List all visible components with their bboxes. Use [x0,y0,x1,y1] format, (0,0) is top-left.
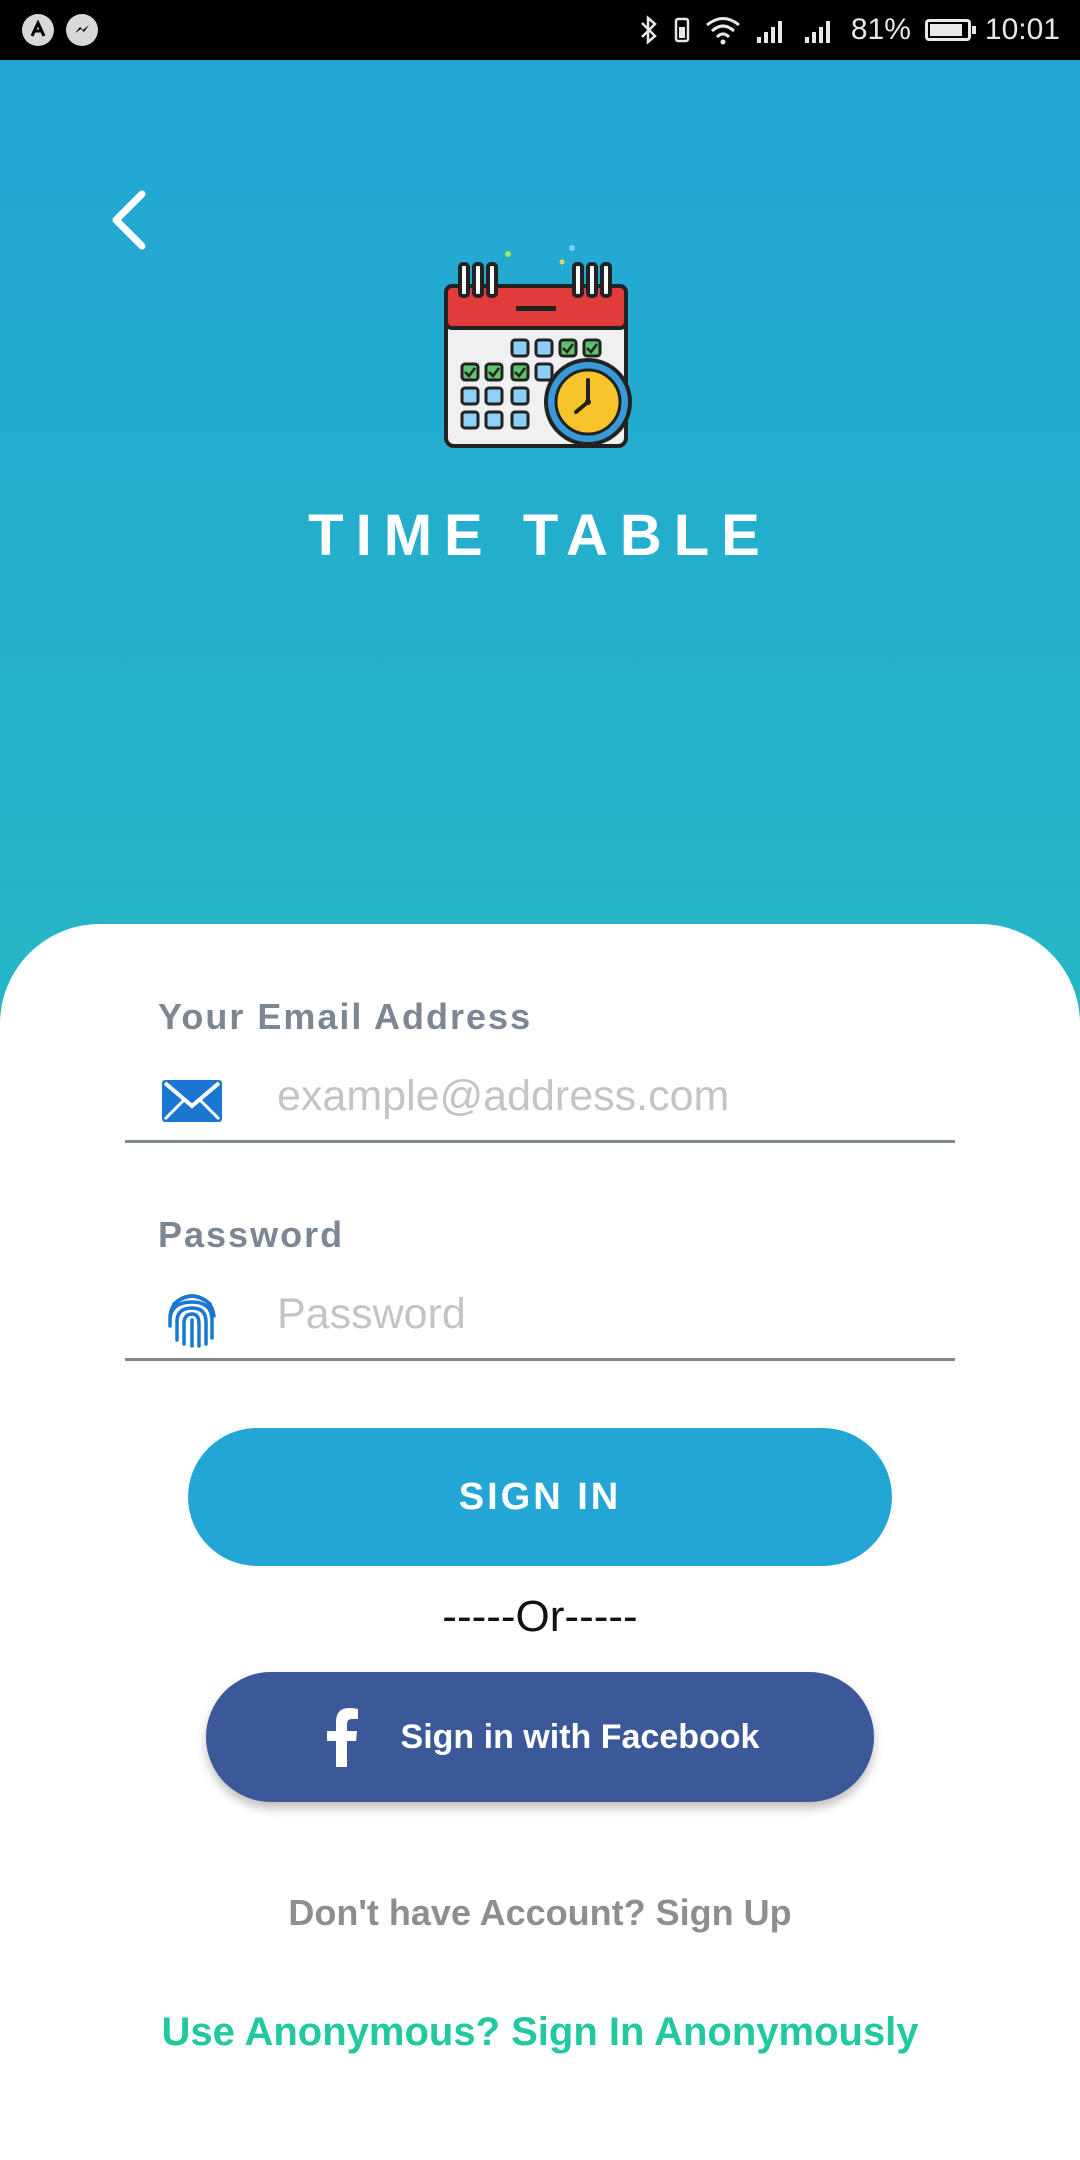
email-input[interactable] [275,1060,939,1132]
clock: 10:01 [984,13,1060,46]
sign-in-button[interactable]: SIGN IN [188,1428,892,1566]
facebook-button-label: Sign in with Facebook [400,1717,760,1756]
system-indicators: 81% 10:01 [639,0,1060,60]
email-label: Your Email Address [158,996,533,1037]
back-arrow-icon [112,190,146,250]
password-field-row [125,1268,955,1361]
messenger-icon [66,14,98,46]
app-notification-icon [22,14,54,46]
bluetooth-icon [640,15,657,45]
signal-icon-2 [804,21,830,43]
status-bar: 81% 10:01 [0,0,1080,60]
sign-up-link[interactable]: Don't have Account? Sign Up [0,1892,1080,1934]
wifi-icon [705,17,740,45]
facebook-icon [326,1708,358,1767]
fingerprint-icon [168,1294,216,1348]
calendar-clock-logo [444,245,632,448]
back-button[interactable] [100,180,160,260]
app-title: TIME TABLE [308,503,772,568]
password-label: Password [158,1214,345,1255]
email-field-row [125,1050,955,1143]
anonymous-sign-in-link[interactable]: Use Anonymous? Sign In Anonymously [0,2010,1080,2055]
vibrate-icon [674,17,690,43]
password-input[interactable] [275,1278,939,1350]
notification-icons [22,14,98,46]
battery-percent: 81% [850,13,911,46]
envelope-icon [162,1080,222,1122]
or-divider: -----Or----- [442,1592,638,1641]
header: TIME TABLE [0,60,1080,1020]
battery-icon [924,19,976,41]
signal-icon [756,21,782,43]
facebook-sign-in-button[interactable]: Sign in with Facebook [206,1672,874,1802]
